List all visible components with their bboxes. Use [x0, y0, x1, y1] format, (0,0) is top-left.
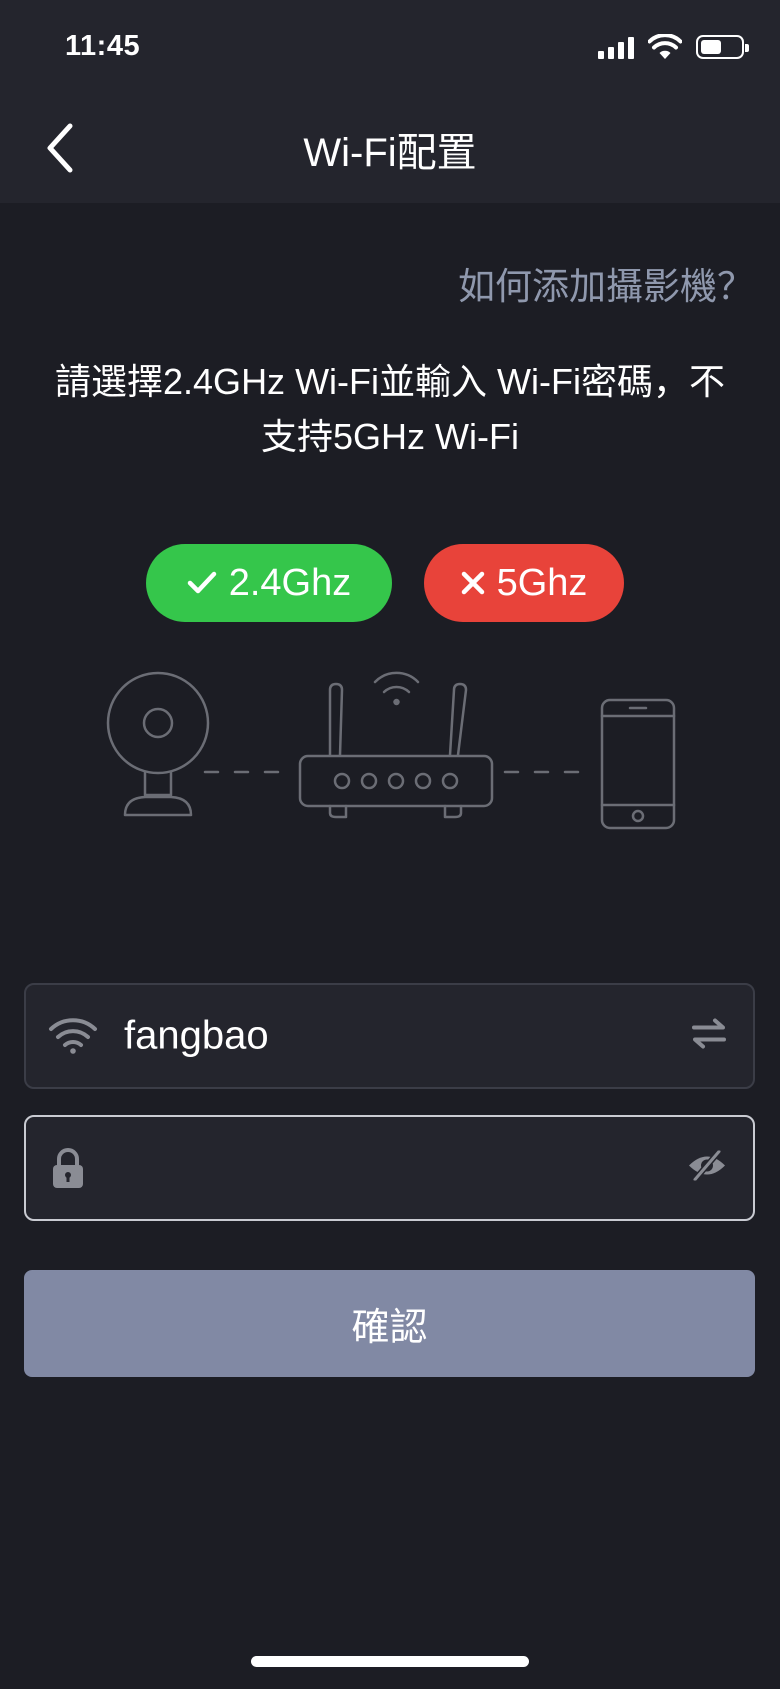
wifi-config-screen: 11:45 Wi-Fi配置 如何添加攝影機？ 請選擇2.4GHz Wi-Fi並輸…	[0, 0, 780, 1689]
ssid-value: fangbao	[124, 1013, 269, 1058]
supported-band-label: 2.4Ghz	[228, 561, 352, 604]
password-input[interactable]	[116, 1137, 663, 1201]
lock-icon	[53, 1148, 83, 1188]
wifi-icon	[49, 1018, 97, 1054]
cellular-signal-icon	[598, 35, 634, 59]
home-indicator	[251, 1656, 529, 1667]
check-icon	[187, 571, 216, 594]
toggle-password-visibility-button[interactable]	[687, 1148, 727, 1186]
swap-arrows-icon	[692, 1018, 726, 1049]
battery-icon	[696, 35, 749, 59]
cross-icon	[461, 571, 484, 595]
camera-icon	[106, 671, 210, 817]
how-to-add-camera-link[interactable]: 如何添加攝影機？	[458, 256, 754, 310]
page-title: Wi-Fi配置	[303, 131, 477, 175]
confirm-button[interactable]: 確認	[24, 1270, 755, 1377]
header: 11:45 Wi-Fi配置	[0, 0, 780, 203]
eye-off-icon	[689, 1148, 725, 1183]
status-icons	[598, 34, 749, 60]
instruction-text: 請選擇2.4GHz Wi-Fi並輸入 Wi-Fi密碼，不支持5GHz Wi-Fi	[55, 361, 725, 457]
phone-icon	[600, 698, 676, 830]
switch-network-button[interactable]	[691, 1018, 727, 1055]
unsupported-band-label: 5Ghz	[496, 561, 588, 604]
wifi-status-icon	[648, 34, 682, 59]
wifi-ssid-field[interactable]: fangbao	[24, 983, 755, 1089]
wifi-password-field[interactable]	[24, 1115, 755, 1221]
status-time: 11:45	[65, 30, 141, 62]
camera-router-phone-illustration	[106, 671, 676, 830]
router-icon	[298, 671, 494, 819]
unsupported-band-badge: 5Ghz	[424, 544, 624, 622]
supported-band-badge: 2.4Ghz	[146, 544, 392, 622]
